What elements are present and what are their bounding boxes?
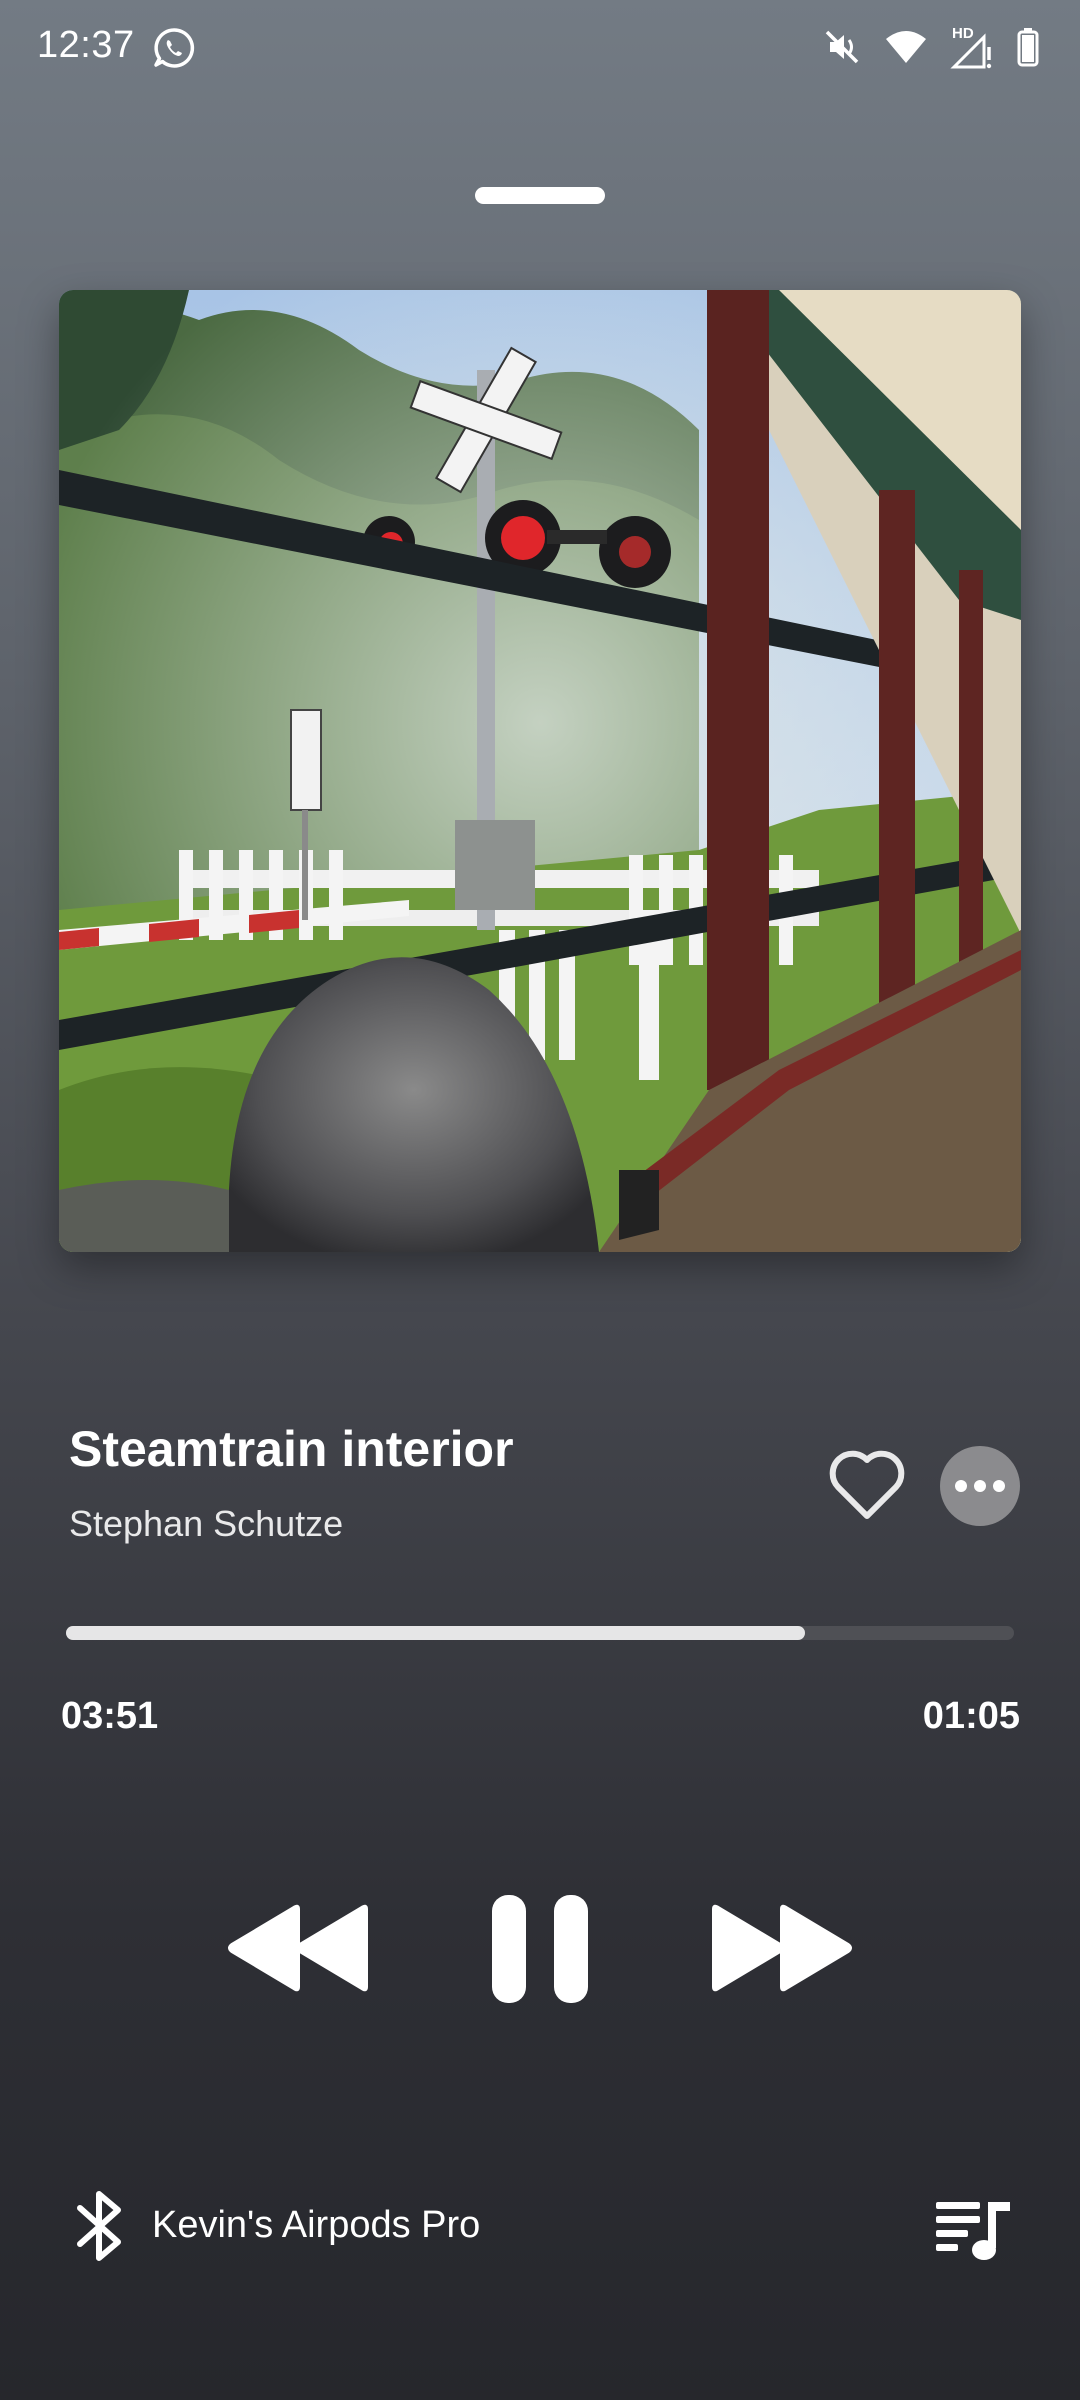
fast-forward-button[interactable] — [710, 1903, 852, 1993]
more-dots-icon — [955, 1480, 967, 1492]
track-artist: Stephan Schutze — [69, 1503, 344, 1544]
cellular-hd-icon: HD — [950, 25, 994, 71]
whatsapp-icon — [152, 26, 196, 70]
playback-progress-fill — [66, 1626, 806, 1640]
output-device-name[interactable]: Kevin's Airpods Pro — [152, 2204, 480, 2247]
elapsed-time: 03:51 — [61, 1695, 159, 1737]
more-options-button[interactable] — [940, 1446, 1020, 1526]
pause-button[interactable] — [488, 1893, 592, 2005]
status-time: 12:37 — [37, 24, 135, 66]
queue-music-icon — [936, 2202, 1010, 2260]
rewind-icon — [228, 1904, 368, 1992]
status-bar: 12:37 HD — [0, 0, 1080, 96]
like-button[interactable] — [826, 1446, 908, 1522]
wifi-icon — [884, 29, 928, 70]
pause-icon — [492, 1895, 588, 2003]
mute-icon — [822, 27, 862, 72]
album-artwork — [59, 290, 1021, 1252]
playback-progress-bar[interactable] — [66, 1626, 1014, 1640]
signal-hd-badge: HD — [952, 25, 974, 42]
queue-button[interactable] — [934, 2198, 1014, 2262]
fast-forward-icon — [712, 1904, 852, 1992]
heart-outline-icon — [829, 1450, 905, 1519]
rewind-button[interactable] — [228, 1903, 370, 1993]
bluetooth-icon[interactable] — [72, 2188, 128, 2264]
sheet-drag-handle[interactable] — [475, 187, 605, 204]
track-title: Steamtrain interior — [69, 1421, 514, 1477]
remaining-time: 01:05 — [922, 1695, 1020, 1737]
battery-icon — [1016, 27, 1040, 72]
